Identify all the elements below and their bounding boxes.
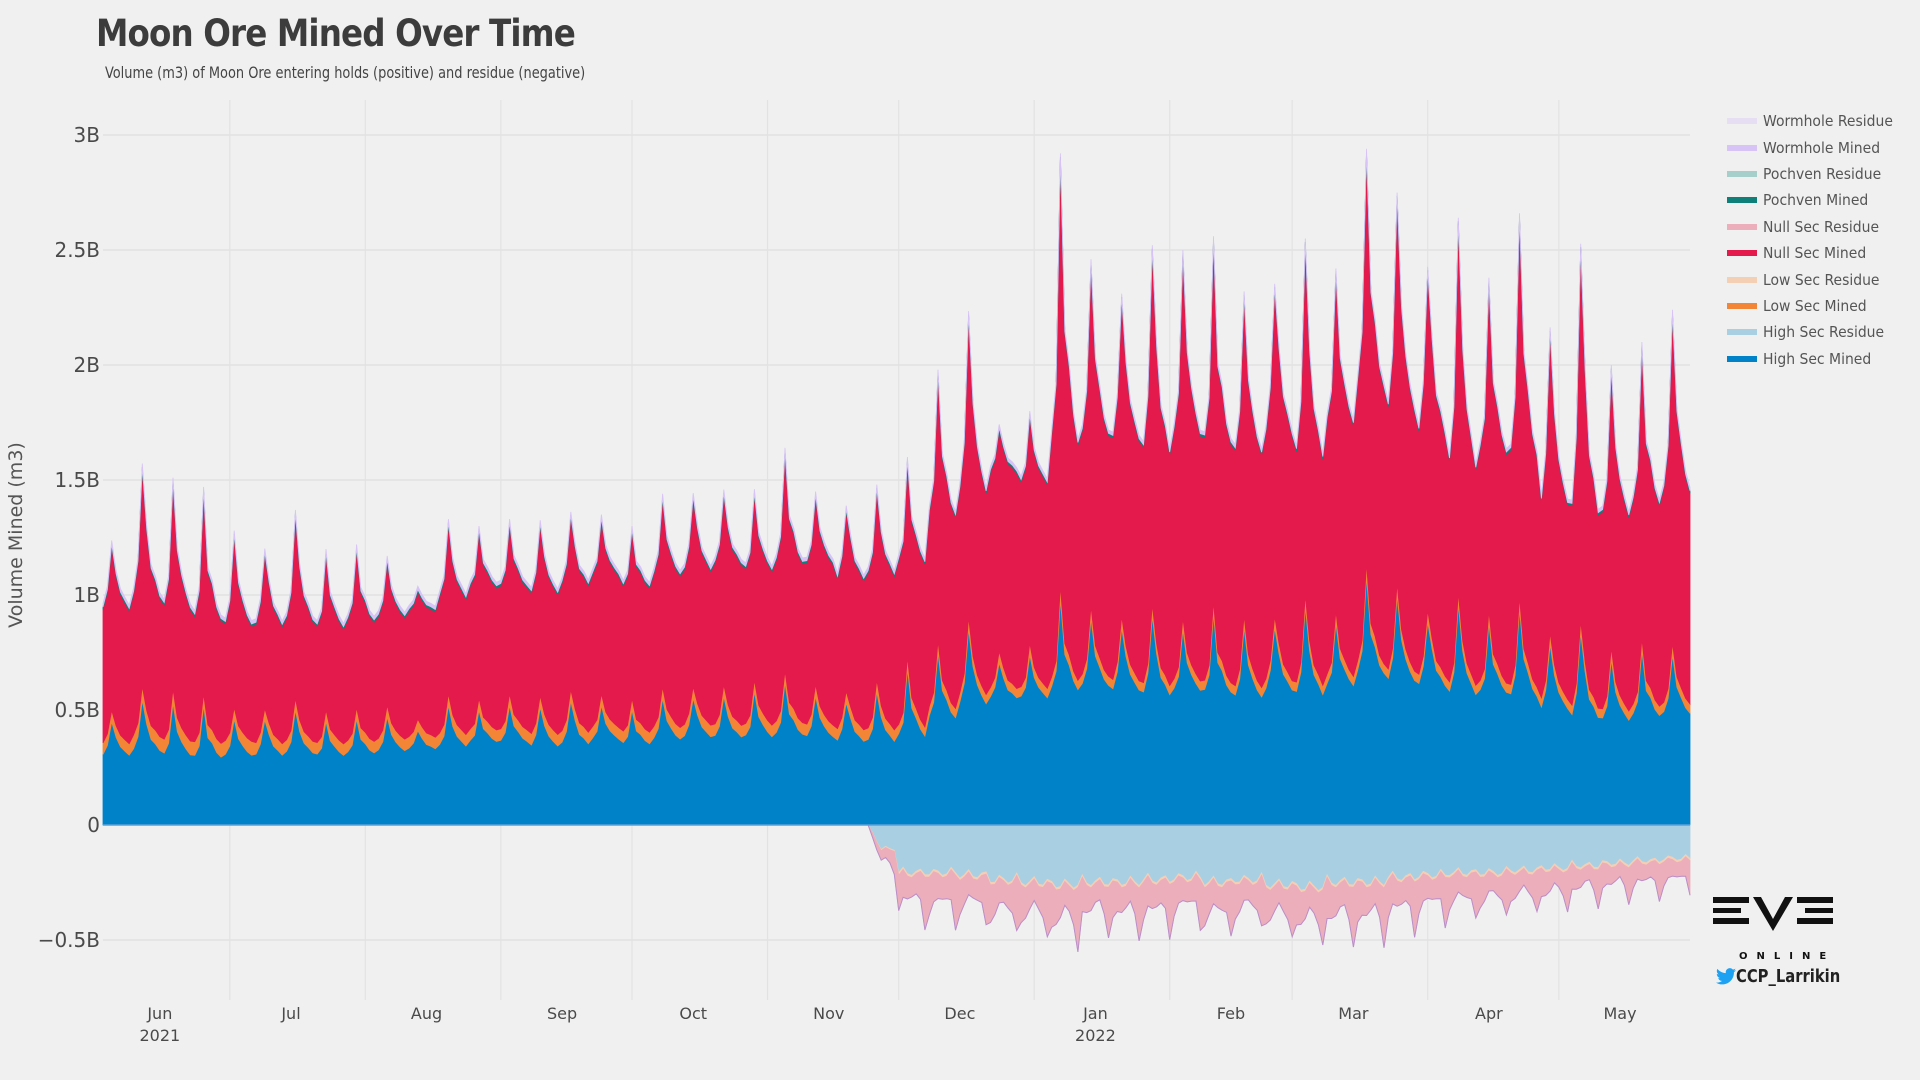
chart-area: 3B 2.5B 2B 1.5B 1B 0.5B 0 −0.5B Jun 2021 Jul Aug Se… bbox=[5, 100, 1691, 1045]
stacked-areas bbox=[102, 148, 1691, 952]
legend-item[interactable]: Wormhole Mined bbox=[1727, 134, 1907, 160]
legend-label: Low Sec Residue bbox=[1763, 270, 1880, 289]
legend-swatch bbox=[1727, 144, 1757, 151]
legend-item[interactable]: Wormhole Residue bbox=[1727, 108, 1907, 134]
x-tick-label: Mar bbox=[1338, 1004, 1369, 1023]
twitter-bird-icon bbox=[1716, 968, 1736, 985]
legend-label: High Sec Residue bbox=[1763, 323, 1885, 342]
x-tick-label: Oct bbox=[679, 1004, 707, 1023]
legend-label: Wormhole Residue bbox=[1763, 112, 1893, 131]
y-tick-label: 1.5B bbox=[54, 468, 100, 492]
y-tick-label: 0.5B bbox=[54, 698, 100, 722]
x-tick-label: Nov bbox=[813, 1004, 844, 1023]
legend-item[interactable]: Low Sec Residue bbox=[1727, 266, 1907, 292]
legend-label: Pochven Mined bbox=[1763, 191, 1869, 210]
y-tick-label: 1B bbox=[74, 583, 100, 607]
legend-item[interactable]: Low Sec Mined bbox=[1727, 293, 1907, 319]
legend-label: Null Sec Mined bbox=[1763, 244, 1867, 263]
y-tick-label: 3B bbox=[74, 123, 100, 147]
twitter-handle: CCP_Larrikin bbox=[1716, 966, 1863, 987]
area-null-sec-mined bbox=[102, 154, 1691, 745]
legend-item[interactable]: Pochven Mined bbox=[1727, 187, 1907, 213]
y-axis-ticks: 3B 2.5B 2B 1.5B 1B 0.5B 0 −0.5B bbox=[38, 123, 100, 952]
legend-swatch bbox=[1727, 223, 1757, 230]
y-tick-label: 2.5B bbox=[54, 238, 100, 262]
legend-swatch bbox=[1727, 302, 1757, 309]
legend-label: Wormhole Mined bbox=[1763, 138, 1881, 157]
legend-swatch bbox=[1727, 329, 1757, 336]
legend-label: Low Sec Mined bbox=[1763, 296, 1867, 315]
x-tick-year-label: 2022 bbox=[1075, 1026, 1116, 1045]
twitter-handle-text: CCP_Larrikin bbox=[1736, 966, 1841, 987]
legend-swatch bbox=[1727, 355, 1757, 362]
legend-item[interactable]: High Sec Mined bbox=[1727, 346, 1907, 372]
x-tick-label: May bbox=[1604, 1004, 1637, 1023]
legend-item[interactable]: Null Sec Mined bbox=[1727, 240, 1907, 266]
legend-swatch bbox=[1727, 118, 1757, 125]
y-tick-label: 0 bbox=[87, 813, 100, 837]
x-tick-label: Jul bbox=[280, 1004, 300, 1023]
x-tick-label: Jan bbox=[1082, 1004, 1108, 1023]
legend-swatch bbox=[1727, 276, 1757, 283]
legend-swatch bbox=[1727, 197, 1757, 204]
legend: Wormhole Residue Wormhole Mined Pochven Re… bbox=[1727, 108, 1907, 372]
x-tick-year-label: 2021 bbox=[139, 1026, 180, 1045]
x-axis-ticks: Jun 2021 Jul Aug Sep Oct Nov Dec Jan 2022 Feb Mar Ap… bbox=[139, 1004, 1636, 1045]
eve-online-logo: ONLINE bbox=[1713, 895, 1835, 962]
x-tick-label: Dec bbox=[944, 1004, 975, 1023]
legend-item[interactable]: High Sec Residue bbox=[1727, 319, 1907, 345]
legend-item[interactable]: Pochven Residue bbox=[1727, 161, 1907, 187]
legend-swatch bbox=[1727, 250, 1757, 257]
y-tick-label: 2B bbox=[74, 353, 100, 377]
legend-swatch bbox=[1727, 170, 1757, 177]
x-tick-label: Aug bbox=[411, 1004, 442, 1023]
x-tick-label: Feb bbox=[1217, 1004, 1245, 1023]
legend-item[interactable]: Null Sec Residue bbox=[1727, 214, 1907, 240]
eve-logo-icon bbox=[1713, 897, 1833, 931]
y-axis-label: Volume Mined (m3) bbox=[5, 442, 27, 628]
legend-label: Pochven Residue bbox=[1763, 164, 1882, 183]
x-tick-label: Apr bbox=[1475, 1004, 1503, 1023]
x-tick-label: Sep bbox=[547, 1004, 577, 1023]
x-tick-label: Jun bbox=[146, 1004, 172, 1023]
legend-label: Null Sec Residue bbox=[1763, 217, 1880, 236]
y-tick-label: −0.5B bbox=[38, 928, 100, 952]
legend-label: High Sec Mined bbox=[1763, 349, 1872, 368]
logo-online-text: ONLINE bbox=[1739, 951, 1836, 962]
